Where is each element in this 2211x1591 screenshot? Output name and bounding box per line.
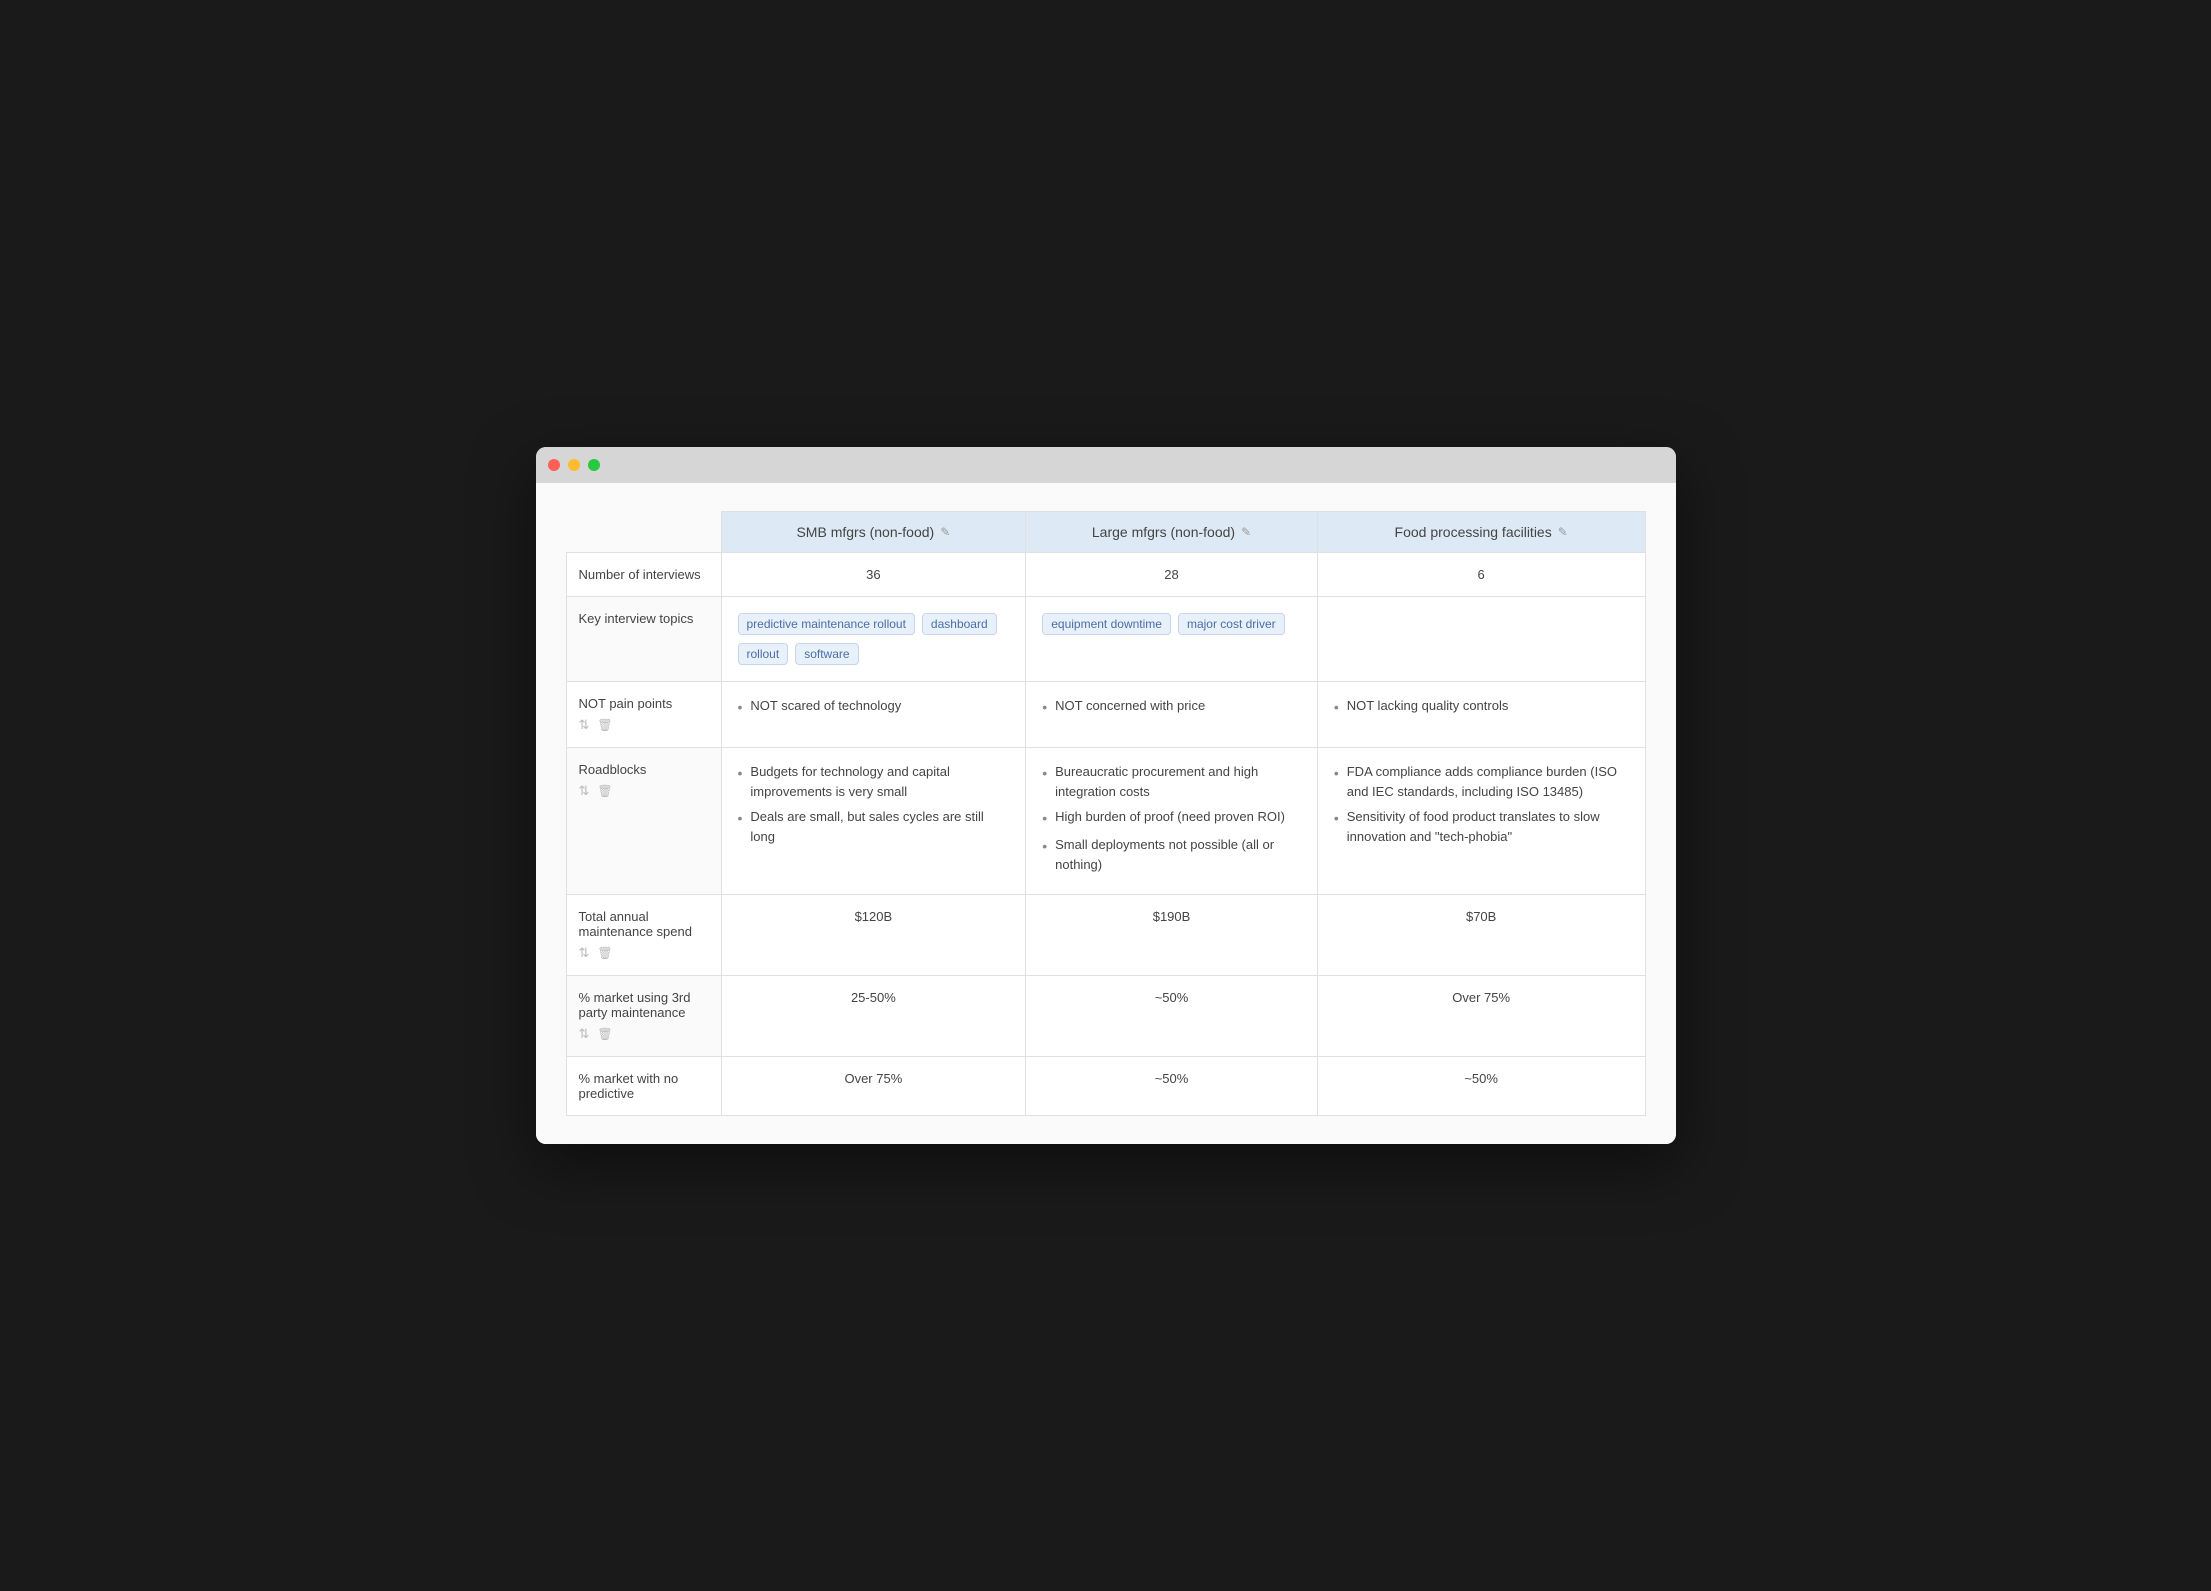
- bullets-not_pain-smb: NOT scared of technology: [738, 696, 1010, 718]
- edit-smb-icon[interactable]: ✎: [940, 525, 950, 539]
- sort-icon[interactable]: ⇅: [579, 717, 590, 733]
- cell-topics-large: equipment downtime major cost driver: [1026, 597, 1318, 682]
- row-title-interviews: Number of interviews: [579, 567, 701, 582]
- table-row-topics: Key interview topics predictive maintenan…: [566, 597, 1645, 682]
- tag-item[interactable]: predictive maintenance rollout: [738, 613, 915, 635]
- bullets-roadblocks-large: Bureaucratic procurement and high integr…: [1042, 762, 1301, 874]
- table-row-roadblocks: Roadblocks⇅🗑Budgets for technology and c…: [566, 748, 1645, 895]
- list-item: FDA compliance adds compliance burden (I…: [1334, 762, 1629, 801]
- cell-not_pain-food: NOT lacking quality controls: [1317, 682, 1645, 748]
- cell-market_3rd-large: ~50%: [1026, 976, 1318, 1057]
- list-item: Deals are small, but sales cycles are st…: [738, 807, 1010, 846]
- col-header-large: Large mfgrs (non-food) ✎: [1026, 512, 1318, 553]
- table-row-interviews: Number of interviews 36286: [566, 553, 1645, 597]
- delete-icon[interactable]: 🗑: [597, 1027, 612, 1041]
- list-item: Budgets for technology and capital impro…: [738, 762, 1010, 801]
- cell-not_pain-smb: NOT scared of technology: [721, 682, 1026, 748]
- cell-topics-food: [1317, 597, 1645, 682]
- row-controls-roadblocks: ⇅🗑: [579, 783, 709, 799]
- content-area: SMB mfgrs (non-food) ✎ Large mfgrs (non-…: [536, 483, 1676, 1144]
- list-item: Bureaucratic procurement and high integr…: [1042, 762, 1301, 801]
- list-item: High burden of proof (need proven ROI): [1042, 807, 1301, 829]
- cell-interviews-food: 6: [1317, 553, 1645, 597]
- edit-large-icon[interactable]: ✎: [1241, 525, 1251, 539]
- col-header-food: Food processing facilities ✎: [1317, 512, 1645, 553]
- list-item: NOT concerned with price: [1042, 696, 1301, 718]
- cell-maintenance_spend-smb: $120B: [721, 895, 1026, 976]
- list-item: Small deployments not possible (all or n…: [1042, 835, 1301, 874]
- bullets-not_pain-food: NOT lacking quality controls: [1334, 696, 1629, 718]
- list-item: Sensitivity of food product translates t…: [1334, 807, 1629, 846]
- tags-topics-large: equipment downtime major cost driver: [1042, 611, 1301, 637]
- cell-roadblocks-food: FDA compliance adds compliance burden (I…: [1317, 748, 1645, 895]
- row-label-market_no_predictive: % market with no predictive: [566, 1057, 721, 1116]
- close-dot[interactable]: [548, 459, 560, 471]
- sort-icon[interactable]: ⇅: [579, 1026, 590, 1042]
- row-title-not_pain: NOT pain points: [579, 696, 673, 711]
- table-row-market_no_predictive: % market with no predictiveOver 75%~50%~…: [566, 1057, 1645, 1116]
- row-title-market_3rd: % market using 3rd party maintenance: [579, 990, 691, 1020]
- bullets-not_pain-large: NOT concerned with price: [1042, 696, 1301, 718]
- cell-market_3rd-food: Over 75%: [1317, 976, 1645, 1057]
- table-row-maintenance_spend: Total annual maintenance spend⇅🗑$120B$19…: [566, 895, 1645, 976]
- tag-item[interactable]: software: [795, 643, 858, 665]
- delete-icon[interactable]: 🗑: [597, 946, 612, 960]
- bullets-roadblocks-food: FDA compliance adds compliance burden (I…: [1334, 762, 1629, 846]
- tag-item[interactable]: rollout: [738, 643, 789, 665]
- cell-interviews-smb: 36: [721, 553, 1026, 597]
- sort-icon[interactable]: ⇅: [579, 945, 590, 961]
- delete-icon[interactable]: 🗑: [597, 784, 612, 798]
- list-item: NOT scared of technology: [738, 696, 1010, 718]
- col-header-smb: SMB mfgrs (non-food) ✎: [721, 512, 1026, 553]
- cell-market_no_predictive-food: ~50%: [1317, 1057, 1645, 1116]
- row-label-roadblocks: Roadblocks⇅🗑: [566, 748, 721, 895]
- header-empty: [566, 512, 721, 553]
- cell-maintenance_spend-food: $70B: [1317, 895, 1645, 976]
- row-title-market_no_predictive: % market with no predictive: [579, 1071, 679, 1101]
- tag-item[interactable]: dashboard: [922, 613, 997, 635]
- row-label-not_pain: NOT pain points⇅🗑: [566, 682, 721, 748]
- edit-food-icon[interactable]: ✎: [1558, 525, 1568, 539]
- row-title-maintenance_spend: Total annual maintenance spend: [579, 909, 692, 939]
- cell-market_3rd-smb: 25-50%: [721, 976, 1026, 1057]
- row-label-market_3rd: % market using 3rd party maintenance⇅🗑: [566, 976, 721, 1057]
- bullets-roadblocks-smb: Budgets for technology and capital impro…: [738, 762, 1010, 846]
- row-label-topics: Key interview topics: [566, 597, 721, 682]
- list-item: NOT lacking quality controls: [1334, 696, 1629, 718]
- row-controls-market_3rd: ⇅🗑: [579, 1026, 709, 1042]
- minimize-dot[interactable]: [568, 459, 580, 471]
- row-label-interviews: Number of interviews: [566, 553, 721, 597]
- row-label-maintenance_spend: Total annual maintenance spend⇅🗑: [566, 895, 721, 976]
- cell-topics-smb: predictive maintenance rollout dashboard r…: [721, 597, 1026, 682]
- cell-roadblocks-large: Bureaucratic procurement and high integr…: [1026, 748, 1318, 895]
- cell-not_pain-large: NOT concerned with price: [1026, 682, 1318, 748]
- cell-market_no_predictive-smb: Over 75%: [721, 1057, 1026, 1116]
- row-title-roadblocks: Roadblocks: [579, 762, 647, 777]
- maximize-dot[interactable]: [588, 459, 600, 471]
- table-row-not_pain: NOT pain points⇅🗑NOT scared of technolog…: [566, 682, 1645, 748]
- row-title-topics: Key interview topics: [579, 611, 694, 626]
- cell-market_no_predictive-large: ~50%: [1026, 1057, 1318, 1116]
- table-row-market_3rd: % market using 3rd party maintenance⇅🗑25…: [566, 976, 1645, 1057]
- col-label-smb: SMB mfgrs (non-food): [796, 524, 934, 540]
- titlebar: [536, 447, 1676, 483]
- sort-icon[interactable]: ⇅: [579, 783, 590, 799]
- cell-roadblocks-smb: Budgets for technology and capital impro…: [721, 748, 1026, 895]
- main-window: SMB mfgrs (non-food) ✎ Large mfgrs (non-…: [536, 447, 1676, 1144]
- tag-item[interactable]: equipment downtime: [1042, 613, 1171, 635]
- cell-maintenance_spend-large: $190B: [1026, 895, 1318, 976]
- tags-topics-smb: predictive maintenance rollout dashboard r…: [738, 611, 1010, 667]
- delete-icon[interactable]: 🗑: [597, 718, 612, 732]
- row-controls-maintenance_spend: ⇅🗑: [579, 945, 709, 961]
- comparison-table: SMB mfgrs (non-food) ✎ Large mfgrs (non-…: [566, 511, 1646, 1116]
- col-label-food: Food processing facilities: [1395, 524, 1552, 540]
- tag-item[interactable]: major cost driver: [1178, 613, 1285, 635]
- cell-interviews-large: 28: [1026, 553, 1318, 597]
- row-controls-not_pain: ⇅🗑: [579, 717, 709, 733]
- col-label-large: Large mfgrs (non-food): [1092, 524, 1235, 540]
